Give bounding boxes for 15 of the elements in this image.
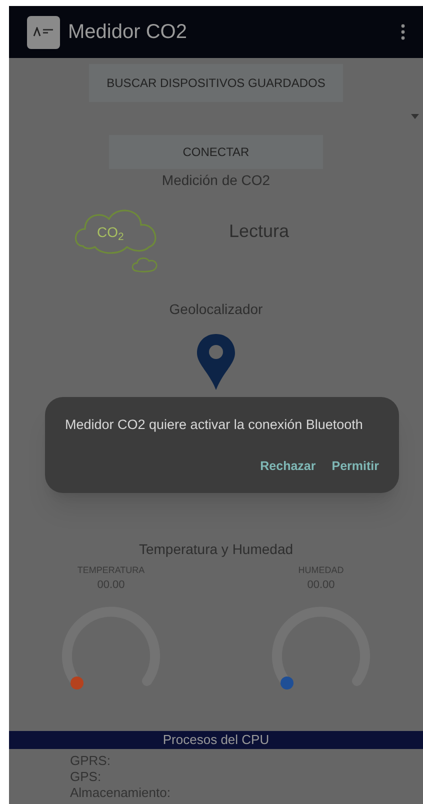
cpu-section-bar: Procesos del CPU	[9, 731, 423, 749]
section-heading: Geolocalizador	[168, 300, 264, 319]
dialog-action-button[interactable]: Rechazar	[260, 457, 316, 476]
app-title: Medidor CO2	[68, 20, 187, 45]
co2-reading: Lectura	[229, 220, 290, 242]
connect-button[interactable]: CONECTAR	[109, 135, 323, 169]
dialog-message: Medidor CO2 quiere activar la conexión Bluetooth	[65, 416, 364, 434]
dialog-action-button[interactable]: Permitir	[332, 457, 379, 476]
more-options-icon[interactable]	[401, 24, 405, 40]
location-pin-icon	[197, 334, 235, 390]
cloud-label: CO$_{2}$	[97, 224, 124, 240]
search-saved-devices-button[interactable]: BUSCAR DISPOSITIVOS GUARDADOS	[89, 64, 343, 102]
section-heading: Medición de CO2	[160, 171, 272, 190]
section-heading: Temperatura y Humedad	[138, 540, 294, 559]
app-logo-icon	[27, 16, 60, 48]
